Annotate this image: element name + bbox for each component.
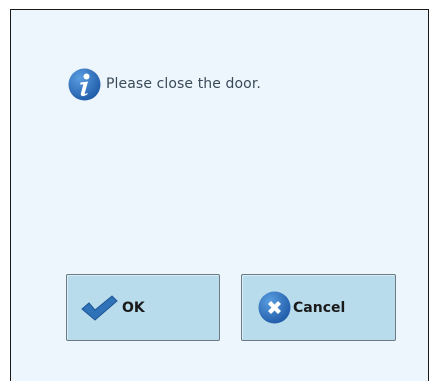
cancel-button-label: Cancel	[293, 299, 346, 316]
message-row: Please close the door.	[68, 64, 261, 104]
message-dialog: Please close the door. OK Cancel	[10, 9, 429, 381]
message-text: Please close the door.	[106, 76, 261, 92]
close-circle-icon	[258, 291, 291, 324]
cancel-button[interactable]: Cancel	[241, 274, 396, 341]
info-icon	[68, 68, 101, 101]
ok-button[interactable]: OK	[66, 274, 220, 341]
ok-button-label: OK	[122, 299, 145, 316]
checkmark-icon	[79, 293, 119, 323]
